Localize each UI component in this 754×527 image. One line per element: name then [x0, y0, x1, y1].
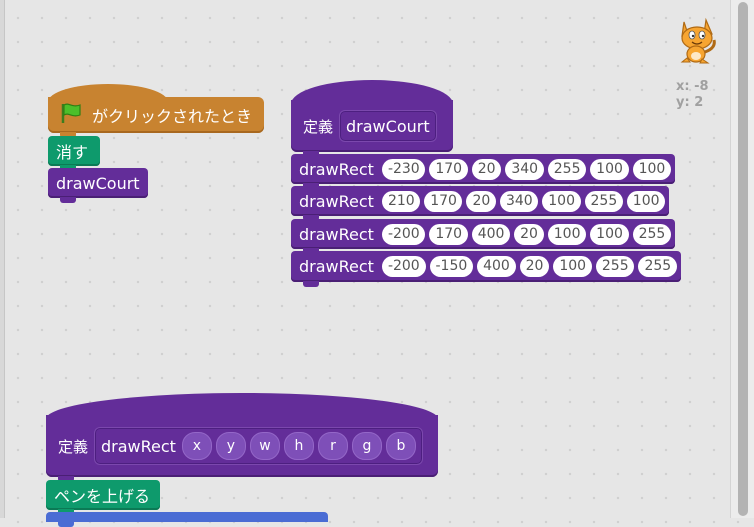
- drawrect-prototype: drawRect x y w h r g b: [94, 427, 423, 465]
- drawrect-call-block-4[interactable]: drawRect -200 -150 400 20 100 255 255: [291, 251, 681, 287]
- drawrect-label: drawRect: [299, 257, 374, 276]
- drawcourt-prototype: drawCourt: [339, 110, 437, 142]
- define-drawcourt-block[interactable]: 定義 drawCourt: [291, 100, 453, 157]
- vertical-scrollbar[interactable]: [730, 0, 754, 518]
- drawrect-call-block-1[interactable]: drawRect -230 170 20 340 255 100 100: [291, 154, 675, 189]
- define-label: 定義: [303, 117, 334, 136]
- arg-r[interactable]: 100: [547, 223, 587, 245]
- green-flag-icon: [60, 102, 84, 128]
- pen-up-label: ペンを上げる: [54, 487, 151, 506]
- drawcourt-call-label: drawCourt: [56, 173, 140, 193]
- param-x[interactable]: x: [181, 432, 212, 460]
- param-b[interactable]: b: [385, 432, 416, 460]
- arg-b[interactable]: 100: [626, 190, 666, 212]
- define-label: 定義: [58, 437, 89, 456]
- arg-r[interactable]: 255: [547, 158, 587, 180]
- arg-y[interactable]: -150: [429, 256, 474, 277]
- arg-b[interactable]: 100: [632, 158, 671, 180]
- define-drawrect-block[interactable]: 定義 drawRect x y w h r g b: [46, 415, 438, 482]
- param-y[interactable]: y: [215, 432, 246, 460]
- arg-h[interactable]: 20: [519, 256, 550, 277]
- cat-sprite-icon: [672, 14, 722, 66]
- drawrect-label: drawRect: [299, 191, 374, 211]
- arg-x[interactable]: -230: [381, 158, 426, 180]
- arg-r[interactable]: 100: [553, 256, 592, 277]
- scripts-area[interactable]: がクリックされたとき 消す drawCourt 定義 drawCourt dra…: [0, 0, 730, 527]
- param-w[interactable]: w: [249, 432, 280, 460]
- arg-g[interactable]: 100: [590, 223, 629, 245]
- arg-b[interactable]: 255: [638, 256, 678, 277]
- arg-g[interactable]: 100: [590, 158, 629, 180]
- clear-block[interactable]: 消す: [48, 136, 100, 171]
- hat-label: がクリックされたとき: [92, 107, 253, 126]
- arg-g[interactable]: 255: [595, 256, 635, 277]
- drawrect-call-block-3[interactable]: drawRect -200 170 400 20 100 100 255: [291, 219, 675, 254]
- arg-h[interactable]: 340: [499, 190, 539, 212]
- arg-y[interactable]: 170: [429, 223, 468, 245]
- param-g[interactable]: g: [351, 432, 382, 460]
- arg-x[interactable]: -200: [381, 256, 426, 277]
- arg-g[interactable]: 255: [584, 190, 623, 212]
- motion-block-partial[interactable]: [46, 512, 328, 527]
- sprite-coordinates: x: -8 y: 2: [676, 79, 709, 111]
- arg-h[interactable]: 340: [505, 158, 544, 180]
- arg-y[interactable]: 170: [424, 190, 463, 212]
- param-h[interactable]: h: [283, 432, 314, 460]
- drawrect-proto-label: drawRect: [101, 436, 176, 456]
- arg-w[interactable]: 20: [466, 190, 496, 212]
- when-flag-clicked-hat[interactable]: がクリックされたとき: [48, 97, 264, 138]
- pen-up-block[interactable]: ペンを上げる: [46, 480, 160, 515]
- drawrect-label: drawRect: [299, 224, 374, 244]
- arg-x[interactable]: 210: [381, 190, 421, 212]
- drawcourt-call-block[interactable]: drawCourt: [48, 168, 148, 203]
- arg-w[interactable]: 400: [477, 256, 516, 277]
- drawcourt-proto-label: drawCourt: [346, 116, 430, 136]
- arg-h[interactable]: 20: [514, 223, 544, 245]
- sprite-y-readout: y: 2: [676, 95, 704, 110]
- param-r[interactable]: r: [317, 432, 348, 460]
- clear-label: 消す: [56, 143, 89, 162]
- arg-w[interactable]: 20: [471, 158, 502, 180]
- arg-b[interactable]: 255: [632, 223, 671, 245]
- arg-y[interactable]: 170: [429, 158, 468, 180]
- arg-x[interactable]: -200: [381, 223, 426, 245]
- drawrect-label: drawRect: [299, 159, 374, 179]
- arg-r[interactable]: 100: [542, 190, 581, 212]
- sprite-x-readout: x: -8: [676, 79, 709, 94]
- arg-w[interactable]: 400: [471, 223, 511, 245]
- scrollbar-thumb[interactable]: [738, 2, 748, 516]
- drawrect-call-block-2[interactable]: drawRect 210 170 20 340 100 255 100: [291, 186, 669, 221]
